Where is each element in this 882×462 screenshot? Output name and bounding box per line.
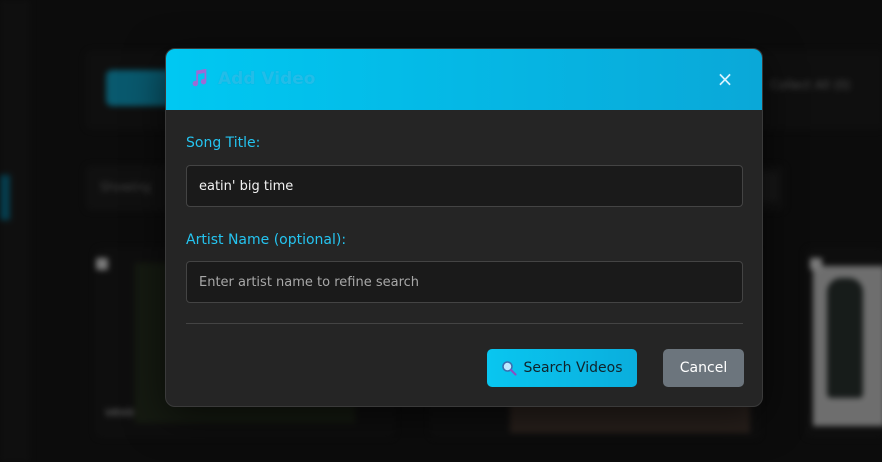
song-title-label: Song Title: [186,135,261,151]
cancel-button[interactable]: Cancel [663,349,744,387]
music-note-icon [192,68,207,87]
add-video-modal: Add Video × Song Title: Artist Name (opt… [165,48,763,407]
artist-name-input[interactable] [186,261,743,303]
modal-divider [186,323,743,324]
song-title-input[interactable] [186,165,743,207]
search-videos-button[interactable]: Search Videos [487,349,637,387]
search-icon [502,361,518,376]
close-button[interactable]: × [714,67,736,91]
modal-header: Add Video × [166,49,762,110]
modal-title: Add Video [218,69,316,89]
search-videos-label: Search Videos [523,360,623,376]
artist-name-label: Artist Name (optional): [186,232,347,248]
